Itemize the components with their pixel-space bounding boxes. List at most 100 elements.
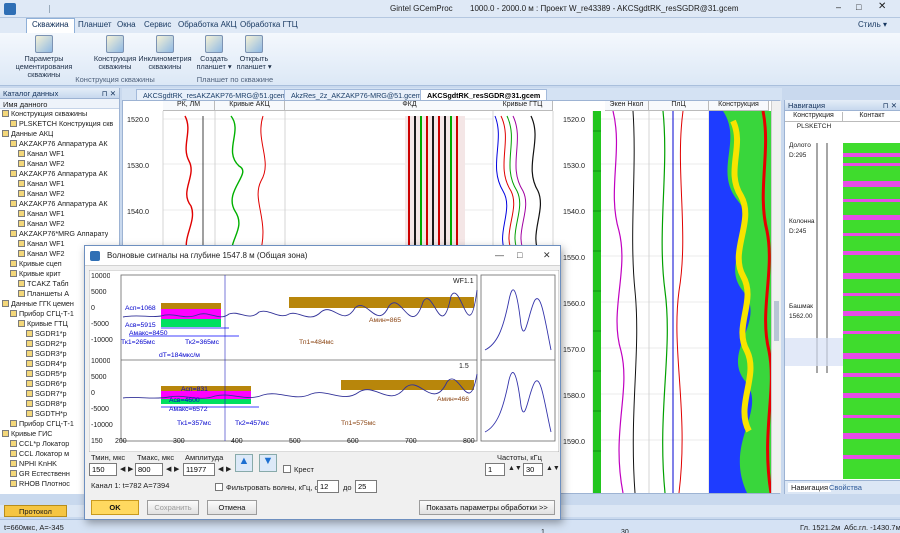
save-button[interactable]: Сохранить — [147, 500, 199, 515]
freq-to-spin[interactable]: ▲▼ — [546, 465, 560, 472]
tree-item[interactable]: Прибор СГЦ-Т-1 — [10, 419, 74, 429]
tree-item[interactable]: AKZAKP76 Аппаратура АК — [10, 169, 108, 179]
tree-item[interactable]: Кривые крит — [10, 269, 61, 279]
filter-to-input[interactable] — [355, 480, 377, 493]
filter-from-input[interactable] — [317, 480, 339, 493]
tree-item[interactable]: SGDR1*р — [26, 329, 67, 339]
tree-item[interactable]: Канал WF2 — [18, 159, 65, 169]
app-logo-icon — [4, 3, 16, 15]
maximize-button[interactable]: □ — [856, 2, 870, 14]
tree-item[interactable]: Канал WF1 — [18, 209, 65, 219]
tree-item[interactable]: GR Естественн — [10, 469, 70, 479]
tree-item[interactable]: SGDR8*р — [26, 399, 67, 409]
panel-pin-icon[interactable]: ⊓ ✕ — [102, 89, 116, 98]
dialog-close-button[interactable]: ✕ — [543, 250, 551, 261]
tree-item[interactable]: Кривые ГИС — [2, 429, 52, 439]
nav-tabs: Навигация Свойства — [785, 480, 900, 494]
freq-from-spin[interactable]: ▲▼ — [508, 465, 522, 472]
dialog-maximize-button[interactable]: □ — [517, 250, 522, 260]
tree-item[interactable]: SGDR6*р — [26, 379, 67, 389]
tree-item[interactable]: SGDR2*р — [26, 339, 67, 349]
vertical-scrollbar[interactable] — [771, 101, 781, 493]
tmin-input[interactable] — [89, 463, 117, 476]
well-construction-button[interactable]: Конструкция скважины — [93, 35, 137, 71]
freq-to-input[interactable] — [523, 463, 543, 476]
ok-button[interactable]: OK — [91, 500, 139, 515]
tree-item[interactable]: SGDTH*р — [26, 409, 67, 419]
tree-item[interactable]: SGDR3*р — [26, 349, 67, 359]
tree-item[interactable]: Данные АКЦ — [2, 129, 53, 139]
tree-item-label: Данные ГГК цемен — [11, 299, 74, 308]
tmin-spin-right[interactable]: ▶ — [128, 465, 133, 473]
style-dropdown[interactable]: Стиль ▾ — [858, 20, 887, 29]
track-header-eken: Экен Нкол — [605, 101, 649, 111]
freq-from-input[interactable] — [485, 463, 505, 476]
menu-windows[interactable]: Окна — [117, 20, 136, 29]
inclinometry-button[interactable]: Инклинометрия скважины — [138, 35, 192, 71]
tree-item[interactable]: Данные ГГК цемен — [2, 299, 74, 309]
tab-akz-mrg[interactable]: AKCSgdtRK_resAKZAKP76-MRG@51.gcem — [136, 89, 294, 100]
amplitude-input[interactable] — [183, 463, 215, 476]
tree-item[interactable]: TCAKZ Табл — [18, 279, 69, 289]
tab-sgdr[interactable]: AKCSgdtRK_resSGDR@31.gcem — [420, 89, 548, 100]
tree-item[interactable]: SGDR7*р — [26, 389, 67, 399]
amplitude-up-arrow-icon[interactable]: ▲ — [235, 454, 253, 472]
dialog-minimize-button[interactable]: — — [495, 250, 504, 260]
tree-item[interactable]: AKZAKP76 Аппаратура АК — [10, 139, 108, 149]
tmax-spin-left[interactable]: ◀ — [166, 465, 171, 473]
tab-navigation[interactable]: Навигация — [788, 483, 832, 492]
tree-item[interactable]: PLSKETCH Конструкция скв — [10, 119, 113, 129]
tab-akzres[interactable]: AkzRes_2z_AKZAKP76-MRG@51.gcem — [284, 89, 429, 100]
tree-item[interactable]: AKZAKP76*MRG Аппарату — [10, 229, 108, 239]
tree-item[interactable]: Кривые ГТЦ — [18, 319, 68, 329]
tree-item[interactable]: Канал WF1 — [18, 239, 65, 249]
show-params-button[interactable]: Показать параметры обработки >> — [419, 500, 555, 515]
tmax-spin-right[interactable]: ▶ — [174, 465, 179, 473]
amplitude-spin-right[interactable]: ▶ — [226, 465, 231, 473]
tree-item[interactable]: NPHI KnHK — [10, 459, 57, 469]
amplitude-down-arrow-icon[interactable]: ▼ — [259, 454, 277, 472]
tree-item[interactable]: SGDR4*р — [26, 359, 67, 369]
tmin-spin-left[interactable]: ◀ — [120, 465, 125, 473]
tree-item[interactable]: Планшеты А — [18, 289, 69, 299]
tmax-input[interactable] — [135, 463, 163, 476]
tree-item[interactable]: SGDR5*р — [26, 369, 67, 379]
tree-item[interactable]: AKZAKP76 Аппаратура АК — [10, 199, 108, 209]
panel-pin-icon[interactable]: ⊓ ✕ — [883, 101, 897, 110]
tree-item[interactable]: Канал WF1 — [18, 149, 65, 159]
tree-item[interactable]: Канал WF2 — [18, 189, 65, 199]
scrollbar-thumb[interactable] — [774, 301, 779, 341]
tab-properties[interactable]: Свойства — [829, 483, 862, 492]
open-tablet-button[interactable]: Открыть планшет ▾ — [236, 35, 272, 71]
minimize-button[interactable]: – — [836, 2, 850, 14]
create-tablet-button[interactable]: Создать планшет ▾ — [196, 35, 232, 71]
cementing-params-button[interactable]: Параметры цементирования скважины — [4, 35, 84, 79]
tree-item[interactable]: Канал WF2 — [18, 219, 65, 229]
cancel-button[interactable]: Отмена — [207, 500, 257, 515]
depth-label: 1530.0 — [127, 161, 149, 170]
tree-item-icon — [10, 120, 17, 127]
nav-label-casing-d: D:245 — [789, 228, 807, 235]
tree-item[interactable]: CCL Локатор м — [10, 449, 69, 459]
tree-item-label: SGDR2*р — [35, 339, 67, 348]
quick-access-toolbar[interactable] — [20, 5, 50, 13]
tree-item[interactable]: Конструкция скважины — [2, 109, 87, 119]
tree-item[interactable]: RHOB Плотнос — [10, 479, 70, 489]
menu-tablet[interactable]: Планшет — [78, 20, 112, 29]
menu-gtc-processing[interactable]: Обработка ГТЦ — [240, 20, 298, 29]
filter-checkbox[interactable] — [215, 483, 223, 491]
menu-akc-processing[interactable]: Обработка АКЦ — [178, 20, 236, 29]
waveform-plots-svg[interactable] — [89, 270, 559, 452]
cross-checkbox[interactable] — [283, 465, 291, 473]
tree-item[interactable]: Прибор СГЦ-Т-1 — [10, 309, 74, 319]
tree-item[interactable]: Канал WF2 — [18, 249, 65, 259]
menu-well[interactable]: Скважина — [26, 18, 75, 33]
tab-protocol[interactable]: Протокол — [4, 505, 67, 517]
close-button[interactable]: ✕ — [878, 1, 892, 13]
tree-item[interactable]: Канал WF1 — [18, 179, 65, 189]
tree-item[interactable]: CCL*р Локатор — [10, 439, 69, 449]
menu-service[interactable]: Сервис — [144, 20, 171, 29]
tree-item[interactable]: Кривые сцеп — [10, 259, 62, 269]
amplitude-spin-left[interactable]: ◀ — [218, 465, 223, 473]
tree-item-icon — [26, 390, 33, 397]
